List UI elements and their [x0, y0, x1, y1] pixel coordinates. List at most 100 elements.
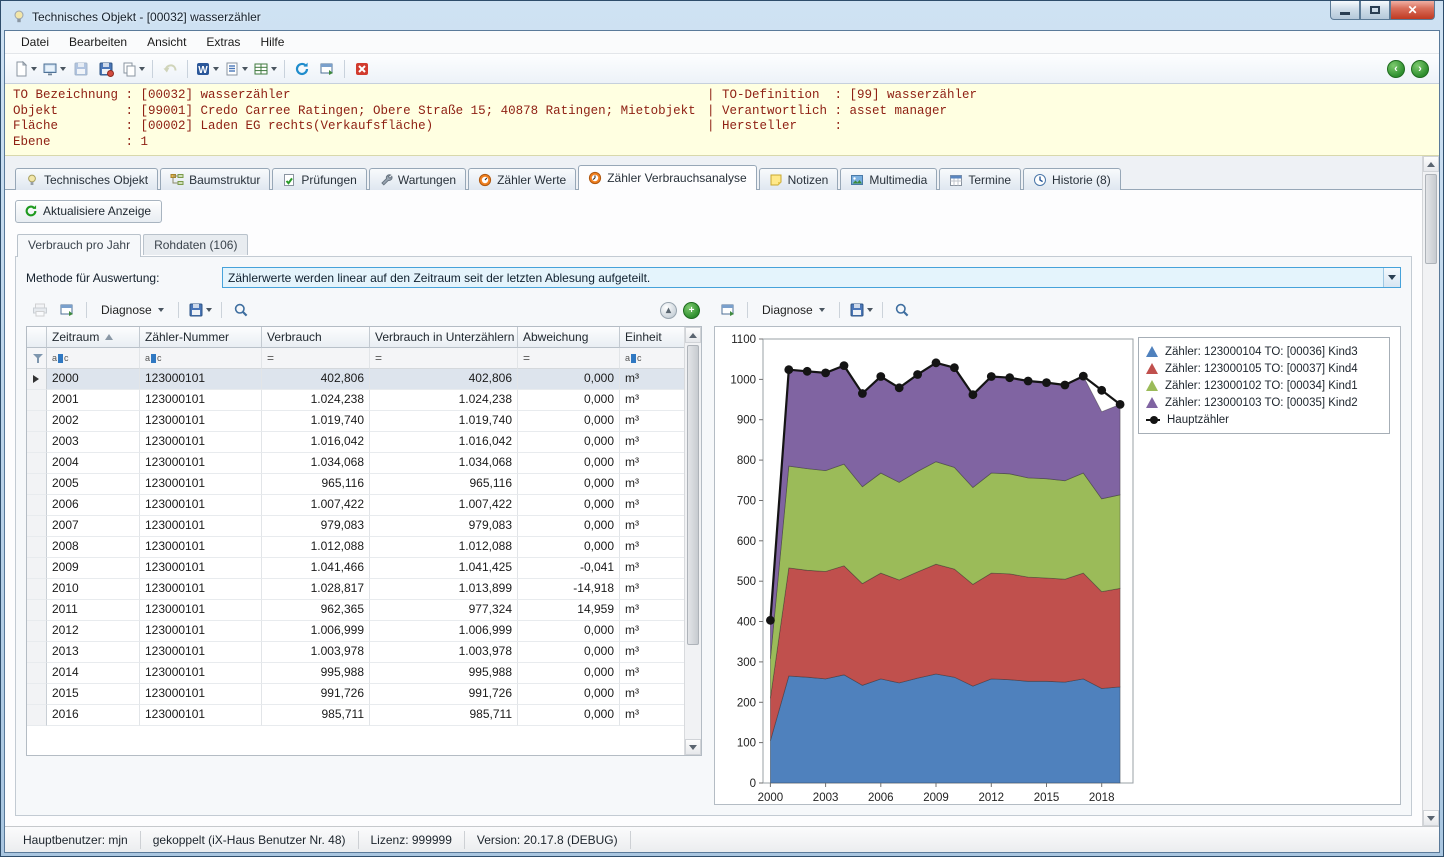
- svg-text:2015: 2015: [1034, 792, 1060, 804]
- main-tabstrip: Technisches Objekt Baumstruktur Prüfunge…: [5, 156, 1422, 190]
- close-button[interactable]: ✕: [1390, 1, 1435, 20]
- filter-unterzaehler[interactable]: =: [370, 348, 518, 369]
- sub-tabstrip: Verbrauch pro Jahr Rohdaten (106): [15, 234, 1412, 257]
- menu-hilfe[interactable]: Hilfe: [250, 32, 294, 52]
- grid-search-button[interactable]: [229, 298, 253, 322]
- collapse-button[interactable]: ▴: [660, 301, 677, 319]
- scroll-up-icon[interactable]: [685, 327, 701, 343]
- table-row[interactable]: 2009 123000101 1.041,466 1.041,425 -0,04…: [27, 558, 684, 579]
- tab-historie[interactable]: Historie (8): [1023, 168, 1121, 190]
- tab-wartungen[interactable]: Wartungen: [368, 168, 467, 190]
- new-window-button[interactable]: [315, 57, 339, 81]
- tab-multimedia[interactable]: Multimedia: [840, 168, 938, 190]
- table-row[interactable]: 2016 123000101 985,711 985,711 0,000 m³: [27, 705, 684, 726]
- filter-abweichung[interactable]: =: [518, 348, 620, 369]
- column-unterzaehler[interactable]: Verbrauch in Unterzählern: [370, 327, 518, 348]
- table-row[interactable]: 2005 123000101 965,116 965,116 0,000 m³: [27, 474, 684, 495]
- scroll-up-icon[interactable]: [1423, 156, 1439, 172]
- table-row[interactable]: 2000 123000101 402,806 402,806 0,000 m³: [27, 369, 684, 390]
- report-button[interactable]: [222, 57, 250, 81]
- table-row[interactable]: 2002 123000101 1.019,740 1.019,740 0,000…: [27, 411, 684, 432]
- column-zaehler-nummer[interactable]: Zähler-Nummer: [140, 327, 262, 348]
- table-row[interactable]: 2013 123000101 1.003,978 1.003,978 0,000…: [27, 642, 684, 663]
- delete-button[interactable]: [350, 57, 374, 81]
- previous-record-button[interactable]: ‹: [1387, 59, 1405, 78]
- checklist-icon: [284, 173, 295, 186]
- combo-dropdown-icon[interactable]: [1383, 268, 1400, 287]
- open-in-window-button[interactable]: [55, 298, 79, 322]
- tab-zaehler-werte[interactable]: Zähler Werte: [468, 168, 577, 190]
- filter-zaehler-nummer[interactable]: ac: [140, 348, 262, 369]
- column-einheit[interactable]: Einheit: [620, 327, 684, 348]
- grid-export-button[interactable]: [251, 57, 279, 81]
- table-row[interactable]: 2008 123000101 1.012,088 1.012,088 0,000…: [27, 537, 684, 558]
- status-lizenz: Lizenz: 999999: [359, 830, 465, 849]
- word-export-button[interactable]: W: [193, 57, 221, 81]
- column-verbrauch[interactable]: Verbrauch: [262, 327, 370, 348]
- status-hauptbenutzer: Hauptbenutzer: mjn: [11, 830, 141, 849]
- info-line-left: Fläche : [00002] Laden EG rechts(Verkauf…: [13, 119, 434, 133]
- chart-save-layout-button[interactable]: [847, 298, 875, 322]
- new-document-button[interactable]: [11, 57, 39, 81]
- menu-extras[interactable]: Extras: [196, 32, 250, 52]
- print-button[interactable]: [28, 298, 52, 322]
- copy-button[interactable]: [119, 57, 147, 81]
- lightbulb-icon: [28, 174, 36, 185]
- table-row[interactable]: 2014 123000101 995,988 995,988 0,000 m³: [27, 663, 684, 684]
- save-button[interactable]: [69, 57, 93, 81]
- open-in-window-button[interactable]: [716, 298, 740, 322]
- save-as-button[interactable]: [94, 57, 118, 81]
- subtab-verbrauch-pro-jahr[interactable]: Verbrauch pro Jahr: [17, 234, 142, 257]
- table-row[interactable]: 2001 123000101 1.024,238 1.024,238 0,000…: [27, 390, 684, 411]
- tab-termine[interactable]: Termine: [939, 168, 1022, 190]
- filter-funnel-icon[interactable]: [27, 348, 47, 369]
- scroll-thumb[interactable]: [1425, 174, 1437, 264]
- tab-notizen[interactable]: Notizen: [758, 168, 839, 190]
- menu-bearbeiten[interactable]: Bearbeiten: [59, 32, 137, 52]
- undo-button[interactable]: [158, 57, 182, 81]
- table-row[interactable]: 2010 123000101 1.028,817 1.013,899 -14,9…: [27, 579, 684, 600]
- refresh-view-button[interactable]: Aktualisiere Anzeige: [15, 200, 163, 223]
- table-row[interactable]: 2004 123000101 1.034,068 1.034,068 0,000…: [27, 453, 684, 474]
- table-row[interactable]: 2011 123000101 962,365 977,324 14,959 m³: [27, 600, 684, 621]
- info-line-left: TO Bezeichnung : [00032] wasserzähler: [13, 88, 291, 102]
- maximize-button[interactable]: [1360, 1, 1390, 20]
- main-toolbar: W ‹ ›: [5, 54, 1439, 84]
- grid-save-layout-button[interactable]: [186, 298, 214, 322]
- tab-zaehler-verbrauchsanalyse[interactable]: Zähler Verbrauchsanalyse: [578, 165, 757, 190]
- grid-diagnose-button[interactable]: Diagnose: [94, 300, 171, 320]
- tab-technisches-objekt[interactable]: Technisches Objekt: [15, 168, 159, 190]
- screen-view-button[interactable]: [40, 57, 68, 81]
- table-row[interactable]: 2015 123000101 991,726 991,726 0,000 m³: [27, 684, 684, 705]
- next-record-button[interactable]: ›: [1411, 59, 1429, 78]
- minimize-button[interactable]: [1330, 1, 1360, 20]
- header-gutter: [27, 327, 47, 348]
- filter-zeitraum[interactable]: ac: [47, 348, 140, 369]
- table-row[interactable]: 2006 123000101 1.007,422 1.007,422 0,000…: [27, 495, 684, 516]
- subtab-rohdaten[interactable]: Rohdaten (106): [143, 234, 249, 255]
- table-scrollbar[interactable]: [684, 327, 701, 755]
- row-indicator: [27, 537, 47, 558]
- page-scrollbar[interactable]: [1422, 156, 1439, 826]
- table-row[interactable]: 2003 123000101 1.016,042 1.016,042 0,000…: [27, 432, 684, 453]
- refresh-icon[interactable]: [290, 57, 314, 81]
- table-row[interactable]: 2007 123000101 979,083 979,083 0,000 m³: [27, 516, 684, 537]
- menu-bar: Datei Bearbeiten Ansicht Extras Hilfe: [5, 31, 1439, 54]
- add-button[interactable]: +: [683, 301, 700, 319]
- table-row[interactable]: 2012 123000101 1.006,999 1.006,999 0,000…: [27, 621, 684, 642]
- menu-ansicht[interactable]: Ansicht: [137, 32, 196, 52]
- method-combobox[interactable]: Zählerwerte werden linear auf den Zeitra…: [222, 267, 1401, 288]
- note-icon: [770, 174, 782, 185]
- tab-baumstruktur[interactable]: Baumstruktur: [160, 168, 271, 190]
- chart-search-button[interactable]: [890, 298, 914, 322]
- scroll-thumb[interactable]: [687, 345, 699, 645]
- column-abweichung[interactable]: Abweichung: [518, 327, 620, 348]
- chart-diagnose-button[interactable]: Diagnose: [755, 300, 832, 320]
- filter-einheit[interactable]: ac: [620, 348, 684, 369]
- scroll-down-icon[interactable]: [1423, 810, 1439, 826]
- column-zeitraum[interactable]: Zeitraum: [47, 327, 140, 348]
- tab-pruefungen[interactable]: Prüfungen: [272, 168, 367, 190]
- filter-verbrauch[interactable]: =: [262, 348, 370, 369]
- menu-datei[interactable]: Datei: [11, 32, 59, 52]
- scroll-down-icon[interactable]: [685, 739, 701, 755]
